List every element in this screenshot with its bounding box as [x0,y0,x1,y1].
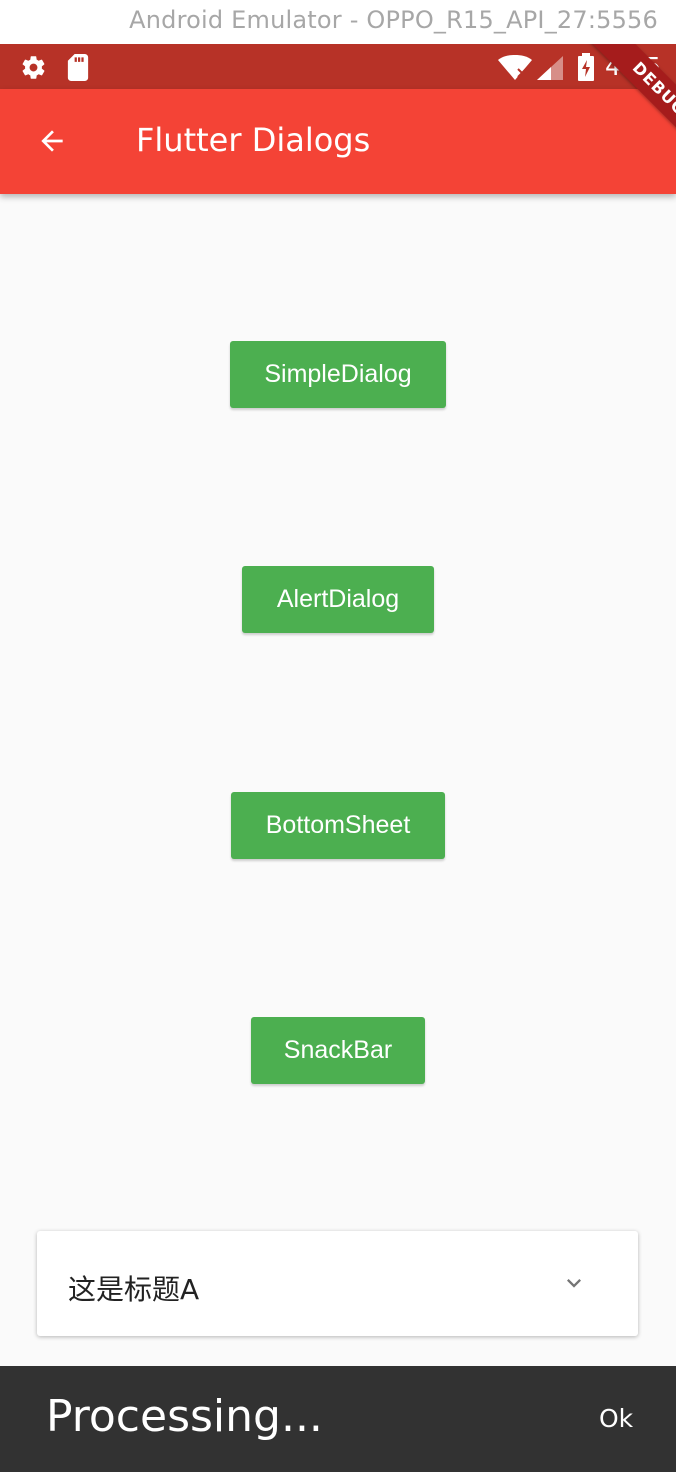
emulator-title: Android Emulator - OPPO_R15_API_27:5556 [129,6,658,34]
alert-dialog-button[interactable]: AlertDialog [242,566,434,633]
simple-dialog-button[interactable]: SimpleDialog [230,341,446,408]
status-time: 4:15 [605,52,662,81]
expansion-tile-title: 这是标题A [68,1273,200,1306]
bottom-sheet-button[interactable]: BottomSheet [231,792,445,859]
snackbar: Processing... Ok [0,1366,676,1472]
status-bar: 4:15 [0,44,676,89]
emulator-titlebar: Android Emulator - OPPO_R15_API_27:5556 [0,0,676,44]
back-arrow-icon [36,125,68,161]
expansion-tile[interactable]: 这是标题A [37,1231,638,1336]
page-title: Flutter Dialogs [136,121,371,159]
wifi-icon [498,55,532,85]
app-bar: Flutter Dialogs [0,89,676,194]
back-button[interactable] [30,121,74,165]
signal-icon [537,56,563,84]
settings-icon [20,54,47,85]
sd-card-icon [66,54,90,85]
chevron-down-icon[interactable] [560,1269,588,1297]
battery-icon [578,53,594,85]
snackbar-ok-button[interactable]: Ok [599,1404,633,1433]
snackbar-message: Processing... [46,1391,323,1442]
snack-bar-button[interactable]: SnackBar [251,1017,425,1084]
